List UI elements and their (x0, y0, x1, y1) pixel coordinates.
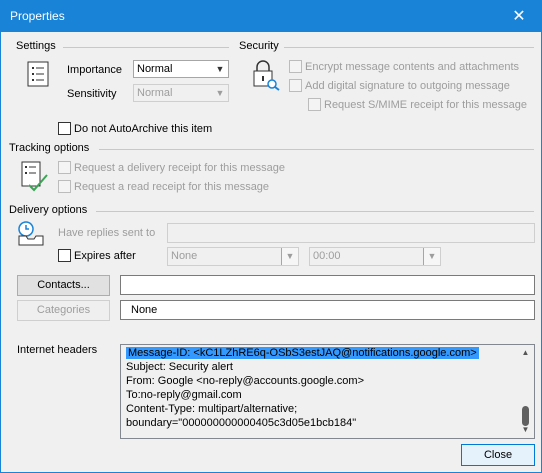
internet-headers-textarea[interactable]: Message-ID: <kC1LZhRE6q-OSbS3estJAQ@noti… (120, 344, 535, 439)
categories-button[interactable]: Categories (17, 300, 110, 321)
header-line: To:no-reply@gmail.com (126, 389, 242, 401)
sensitivity-value: Normal (137, 87, 173, 99)
chevron-down-icon: ▼ (281, 248, 298, 265)
headers-scrollbar[interactable]: ▲ ▼ (518, 346, 533, 437)
close-button[interactable]: Close (461, 444, 535, 466)
importance-select[interactable]: Normal ▼ (133, 60, 229, 78)
settings-document-icon (27, 61, 49, 87)
categories-value: None (131, 304, 158, 316)
expires-date-value: None (171, 250, 198, 262)
settings-divider (63, 47, 229, 48)
expires-label: Expires after (74, 250, 136, 262)
expires-time-select[interactable]: 00:00 ▼ (309, 247, 441, 266)
contacts-button[interactable]: Contacts... (17, 275, 110, 296)
importance-label: Importance (67, 64, 123, 76)
signature-checkbox[interactable] (289, 79, 302, 92)
encrypt-label: Encrypt message contents and attachments (305, 61, 520, 73)
autoarchive-label: Do not AutoArchive this item (74, 123, 213, 135)
chevron-down-icon: ▼ (423, 248, 440, 265)
signature-label: Add digital signature to outgoing messag… (305, 80, 510, 92)
smime-checkbox[interactable] (308, 98, 321, 111)
replies-field[interactable] (167, 223, 535, 243)
header-line: Content-Type: multipart/alternative; (126, 403, 298, 415)
security-divider (284, 47, 534, 48)
header-line: Message-ID: <kC1LZhRE6q-OSbS3estJAQ@noti… (126, 347, 479, 359)
dialog-title: Properties (10, 9, 65, 23)
delivery-divider (96, 211, 534, 212)
close-icon[interactable]: ✕ (497, 1, 541, 32)
expires-checkbox[interactable] (58, 249, 71, 262)
replies-label: Have replies sent to (58, 227, 156, 239)
encrypt-checkbox[interactable] (289, 60, 302, 73)
autoarchive-checkbox[interactable] (58, 122, 71, 135)
checklist-icon (21, 161, 49, 193)
importance-value: Normal (137, 63, 173, 75)
smime-label: Request S/MIME receipt for this message (324, 99, 527, 111)
header-line: Subject: Security alert (126, 361, 233, 373)
scroll-down-icon[interactable]: ▼ (518, 423, 533, 437)
security-section-title: Security (239, 40, 279, 52)
expires-time-value: 00:00 (313, 250, 341, 262)
chevron-down-icon: ▼ (215, 64, 225, 74)
sensitivity-select[interactable]: Normal ▼ (133, 84, 229, 102)
lock-icon (252, 59, 280, 91)
internet-headers-label: Internet headers (17, 344, 98, 356)
chevron-down-icon: ▼ (215, 88, 225, 98)
tracking-section-title: Tracking options (9, 142, 90, 154)
expires-date-select[interactable]: None ▼ (167, 247, 299, 266)
clock-tray-icon (16, 220, 46, 248)
read-receipt-checkbox[interactable] (58, 180, 71, 193)
delivery-receipt-label: Request a delivery receipt for this mess… (74, 162, 285, 174)
properties-dialog: Properties ✕ Settings Importance Normal … (0, 0, 542, 473)
contacts-field[interactable] (120, 275, 535, 295)
title-bar: Properties ✕ (1, 1, 541, 32)
delivery-section-title: Delivery options (9, 204, 88, 216)
tracking-divider (99, 149, 534, 150)
sensitivity-label: Sensitivity (67, 88, 117, 100)
header-line-selected: Message-ID: <kC1LZhRE6q-OSbS3estJAQ@noti… (126, 347, 479, 359)
scroll-up-icon[interactable]: ▲ (518, 346, 533, 360)
settings-section-title: Settings (16, 40, 56, 52)
read-receipt-label: Request a read receipt for this message (74, 181, 270, 193)
delivery-receipt-checkbox[interactable] (58, 161, 71, 174)
categories-field[interactable]: None (120, 300, 535, 320)
header-line: boundary="000000000000405c3d05e1bcb184" (126, 417, 357, 429)
header-line: From: Google <no-reply@accounts.google.c… (126, 375, 365, 387)
